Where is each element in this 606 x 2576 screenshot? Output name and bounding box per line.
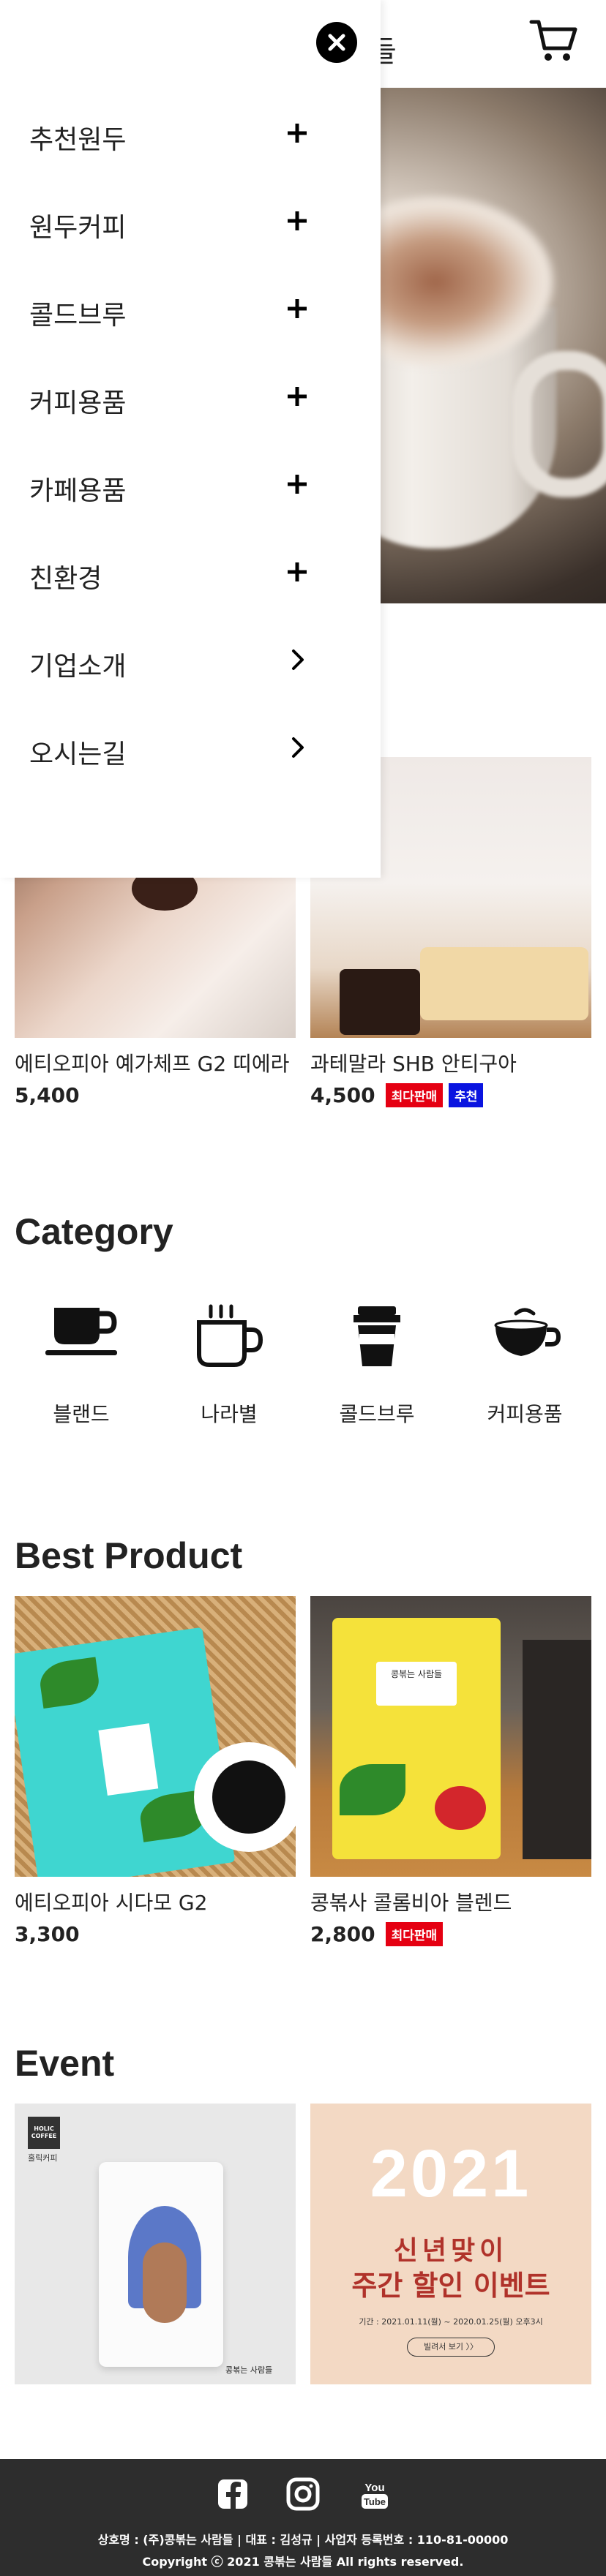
saucer-shape (194, 1742, 296, 1852)
plus-icon[interactable] (285, 472, 309, 496)
event-period: 기간 : 2021.01.11(월) ~ 2020.01.25(월) 오후3시 (359, 2317, 543, 2327)
product-image[interactable] (15, 1596, 296, 1877)
category-item-blend[interactable]: 블랜드 (8, 1303, 154, 1428)
pack-brand-text: 콩볶는 사람들 (225, 2365, 273, 2375)
coffee-bag-shape (15, 1627, 236, 1877)
portrait-face-shape (143, 2242, 187, 2323)
category-label: 커피용품 (487, 1402, 563, 1426)
instagram-icon[interactable] (286, 2477, 320, 2511)
menu-item-label: 추천원두 (29, 125, 127, 155)
footer-copyright: Copyright ⓒ 2021 콩볶는 사람들 All rights rese… (142, 2555, 464, 2569)
holic-logo-line2: COFFEE (31, 2133, 57, 2139)
category-title: Category (15, 1211, 173, 1252)
bag-label: 콩볶는 사람들 (376, 1662, 457, 1706)
category-item-coldbrew[interactable]: 콜드브루 (304, 1303, 450, 1428)
product-price: 2,800 (310, 1922, 375, 1946)
coffee-shape (212, 1760, 285, 1834)
bag-label (98, 1723, 159, 1796)
menu-item-coffee-supplies[interactable]: 커피용품 (29, 374, 322, 418)
product-name: 콩볶사 콜롬비아 블렌드 (310, 1891, 512, 1915)
svg-text:Tube: Tube (364, 2496, 386, 2507)
chevron-right-icon[interactable] (285, 648, 309, 671)
menu-item-label: 오시는길 (29, 739, 127, 769)
badge-best-seller: 최다판매 (385, 1083, 444, 1107)
menu-item-recommended-beans[interactable]: 추천원두 (29, 111, 322, 155)
category-label: 블랜드 (53, 1402, 110, 1426)
product-price: 5,400 (15, 1083, 80, 1107)
cart-icon[interactable] (528, 16, 580, 67)
event-banner-2[interactable]: 2021 신년맞이 주간 할인 이벤트 기간 : 2021.01.11(월) ~… (310, 2104, 591, 2384)
steaming-mug-icon (197, 1304, 263, 1367)
menu-item-cold-brew[interactable]: 콜드브루 (29, 287, 322, 331)
event-title: Event (15, 2043, 115, 2084)
menu-item-label: 원두커피 (29, 213, 127, 243)
youtube-icon[interactable]: You Tube (362, 2482, 388, 2509)
cup-handle-shape (512, 351, 606, 497)
menu-item-label: 기업소개 (29, 652, 127, 682)
plus-icon[interactable] (285, 209, 309, 233)
coffee-bag-shape (99, 2162, 223, 2367)
best-product-title: Best Product (15, 1535, 243, 1576)
stand-shape (523, 1640, 591, 1859)
leaf-shape (37, 1657, 102, 1709)
leaf-shape (340, 1764, 405, 1815)
product-name: 에티오피아 예가체프 G2 띠에라 (15, 1052, 290, 1076)
chevron-right-icon[interactable] (285, 736, 309, 759)
social-icons: You Tube (218, 2477, 388, 2511)
svg-text:You: You (364, 2482, 384, 2494)
menu-item-company-intro[interactable]: 기업소개 (29, 638, 322, 682)
package-brand-text: 콩볶는 사람들 (390, 1669, 443, 1679)
cup-shape (340, 969, 420, 1035)
event-title-line2: 주간 할인 이벤트 (351, 2270, 550, 2302)
badge-recommended: 추천 (449, 1083, 484, 1107)
product-card[interactable]: 에티오피아 시다모 G2 3,300 (15, 1596, 296, 1946)
product-image[interactable]: 콩볶는 사람들 (310, 1596, 591, 1877)
plus-icon[interactable] (285, 121, 309, 145)
event-banner-1[interactable]: HOLIC COFFEE 홀릭커피 콩볶는 사람들 (15, 2104, 296, 2384)
product-price: 4,500 (310, 1083, 375, 1107)
side-menu-drawer: 추천원두 원두커피 콜드브루 커피용품 카페용품 친환경 기업소개 오시는길 (0, 0, 381, 878)
holic-coffee-logo: HOLIC COFFEE (28, 2117, 60, 2149)
coffee-cup-icon (45, 1308, 117, 1355)
takeaway-cup-icon (354, 1306, 400, 1366)
category-item-country[interactable]: 나라별 (156, 1303, 302, 1428)
event-year: 2021 (370, 2136, 532, 2211)
category-label: 나라별 (201, 1402, 258, 1426)
footer: You Tube 상호명 : (주)콩볶는 사람들 | 대표 : 김성규 | 사… (0, 2459, 606, 2576)
plus-icon[interactable] (285, 385, 309, 408)
category-label: 콜드브루 (339, 1402, 415, 1426)
menu-item-label: 카페용품 (29, 476, 127, 506)
badge-best-seller: 최다판매 (385, 1922, 444, 1946)
menu-item-label: 친환경 (29, 564, 102, 594)
category-item-supplies[interactable]: 커피용품 (452, 1303, 598, 1428)
bread-shape (420, 947, 588, 1020)
product-name: 과테말라 SHB 안티구아 (310, 1052, 517, 1076)
product-card[interactable]: 콩볶는 사람들 콩볶사 콜롬비아 블렌드 2,800 최다판매 (310, 1596, 591, 1946)
coffee-bag-shape: 콩볶는 사람들 (332, 1618, 501, 1859)
latte-bowl-icon (494, 1308, 561, 1356)
plus-icon[interactable] (285, 560, 309, 584)
holic-logo-line1: HOLIC (34, 2125, 54, 2132)
menu-item-eco-friendly[interactable]: 친환경 (29, 550, 322, 594)
menu-item-cafe-supplies[interactable]: 카페용품 (29, 462, 322, 506)
event-detail-button[interactable]: 빌려서 보기 〉〉 (407, 2338, 495, 2357)
event-title-line1: 신년맞이 (393, 2236, 509, 2266)
coffee-cherry-shape (435, 1786, 486, 1830)
menu-item-label: 커피용품 (29, 388, 127, 418)
close-menu-button[interactable] (316, 22, 357, 63)
facebook-icon[interactable] (218, 2479, 247, 2509)
footer-company-info: 상호명 : (주)콩볶는 사람들 | 대표 : 김성규 | 사업자 등록번호 :… (97, 2533, 509, 2547)
menu-item-bean-coffee[interactable]: 원두커피 (29, 199, 322, 243)
menu-item-label: 콜드브루 (29, 301, 127, 331)
holic-caption: 홀릭커피 (28, 2153, 58, 2163)
menu-item-directions[interactable]: 오시는길 (29, 726, 322, 769)
close-icon (328, 34, 345, 51)
plus-icon[interactable] (285, 297, 309, 320)
product-price: 3,300 (15, 1922, 80, 1946)
product-name: 에티오피아 시다모 G2 (15, 1891, 208, 1915)
